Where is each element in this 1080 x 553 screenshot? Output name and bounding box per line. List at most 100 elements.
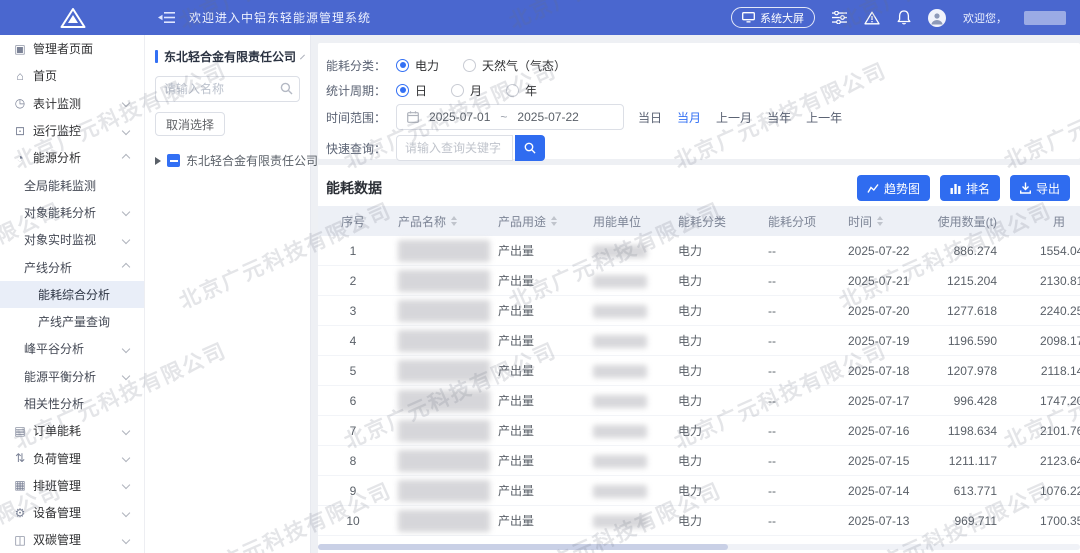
sidebar-item-dual-carbon-management[interactable]: ◫ 双碳管理	[0, 526, 144, 553]
sidebar-item-operation-monitoring[interactable]: ⊡ 运行监控	[0, 117, 144, 144]
table-row[interactable]: 4 产出量 电力 -- 2025-07-19 1196.590 2098.176	[318, 326, 1080, 356]
quick-link-today[interactable]: 当日	[638, 109, 662, 126]
sidebar-item-meter-monitoring[interactable]: ◷ 表计监测	[0, 90, 144, 117]
table-row[interactable]: 9 产出量 电力 -- 2025-07-14 613.771 1076.224	[318, 476, 1080, 506]
chevron-up-icon	[121, 153, 131, 163]
alert-triangle-icon[interactable]	[864, 11, 880, 25]
sidebar-item-label: 能耗综合分析	[38, 287, 111, 302]
cell-index: 4	[349, 333, 357, 348]
chevron-down-icon	[121, 235, 131, 244]
quick-link-last-month[interactable]: 上一月	[716, 109, 752, 126]
company-selector[interactable]: 东北轻合金有限责任公司	[155, 48, 305, 65]
table-scroll-area: 序号 产品名称 产品用途 用能单位 能耗分类 能耗分项 时间 使用数量(t) 用…	[318, 206, 1080, 536]
cell-quantity: 886.274	[953, 243, 997, 258]
tree-checkbox[interactable]	[167, 154, 180, 167]
table-row[interactable]: 8 产出量 电力 -- 2025-07-15 1211.117 2123.648	[318, 446, 1080, 476]
sidebar-item-load-management[interactable]: ⇅ 负荷管理	[0, 444, 144, 471]
quick-link-last-year[interactable]: 上一年	[806, 109, 842, 126]
table-row[interactable]: 3 产出量 电力 -- 2025-07-20 1277.618 2240.256	[318, 296, 1080, 326]
sidebar-item-energy-analysis[interactable]: ◔ 能源分析	[0, 144, 144, 171]
date-range-picker[interactable]: 2025-07-01 ~ 2025-07-22	[396, 104, 625, 130]
col-header-product-name[interactable]: 产品名称	[388, 213, 488, 230]
trend-chart-button[interactable]: 趋势图	[856, 175, 930, 201]
sidebar-item-production-line-analysis[interactable]: 产线分析	[0, 253, 144, 280]
date-start[interactable]: 2025-07-01	[429, 110, 490, 124]
ranking-button[interactable]: 排名	[939, 175, 1000, 201]
quick-link-current-year[interactable]: 当年	[767, 109, 791, 126]
cell-extra: 2123.648	[1039, 453, 1080, 468]
bell-icon[interactable]	[897, 10, 911, 25]
cell-extra: 1076.224	[1039, 483, 1080, 498]
sidebar-item-object-realtime-monitoring[interactable]: 对象实时监视	[0, 226, 144, 253]
date-end[interactable]: 2025-07-22	[517, 110, 578, 124]
export-button[interactable]: 导出	[1009, 175, 1070, 201]
search-icon	[280, 82, 293, 95]
quick-link-current-month[interactable]: 当月	[677, 109, 701, 126]
cell-extra: 1747.200	[1039, 393, 1080, 408]
cell-energy-type: 电力	[678, 274, 703, 288]
radio-icon	[506, 83, 520, 97]
table-row[interactable]: 2 产出量 电力 -- 2025-07-21 1215.204 2130.816	[318, 266, 1080, 296]
radio-natural-gas[interactable]: 天然气（气态）	[463, 57, 566, 74]
sort-icon[interactable]	[451, 216, 458, 226]
table-row[interactable]: 7 产出量 电力 -- 2025-07-16 1198.634 2101.760	[318, 416, 1080, 446]
table-row[interactable]: 1 产出量 电力 -- 2025-07-22 886.274 1554.048	[318, 236, 1080, 266]
period-label: 统计周期：	[326, 83, 387, 98]
cell-index: 2	[349, 273, 357, 288]
cancel-selection-button[interactable]: 取消选择	[155, 112, 226, 136]
tree-expand-caret-icon[interactable]	[155, 156, 161, 165]
cell-energy-unit	[583, 483, 668, 498]
energy-type-label: 能耗分类：	[326, 58, 387, 73]
horizontal-scrollbar-thumb[interactable]	[318, 544, 728, 550]
radio-icon	[396, 58, 410, 72]
cell-energy-subitem: --	[768, 483, 776, 498]
tree-search-input[interactable]	[155, 76, 300, 102]
sidebar-item-home[interactable]: ⌂ 首页	[0, 62, 144, 89]
sort-icon[interactable]	[551, 216, 558, 226]
sidebar-item-shift-management[interactable]: ▦ 排班管理	[0, 472, 144, 499]
blurred-product-name	[398, 449, 490, 472]
table-row[interactable]: 6 产出量 电力 -- 2025-07-17 996.428 1747.200	[318, 386, 1080, 416]
sidebar-item-energy-comprehensive-analysis[interactable]: 能耗综合分析	[0, 280, 144, 308]
cell-product-use: 产出量	[498, 304, 535, 318]
sidebar-item-order-energy[interactable]: ▤ 订单能耗	[0, 417, 144, 444]
quick-search-button[interactable]	[515, 135, 546, 161]
sidebar-item-global-energy-monitoring[interactable]: 全局能耗监测	[0, 171, 144, 198]
quick-search-input[interactable]	[396, 135, 514, 161]
chevron-down-icon	[121, 126, 131, 135]
sidebar-item-energy-balance-analysis[interactable]: 能源平衡分析	[0, 363, 144, 390]
cell-date: 2025-07-17	[848, 393, 910, 408]
sliders-icon[interactable]	[832, 11, 847, 24]
sidebar-item-production-line-output-query[interactable]: 产线产量查询	[0, 308, 144, 335]
cell-energy-type: 电力	[678, 334, 703, 348]
sidebar-item-admin-page[interactable]: ▣ 管理者页面	[0, 35, 144, 62]
sidebar-item-peak-flat-valley-analysis[interactable]: 峰平谷分析	[0, 335, 144, 362]
collapse-menu-icon[interactable]	[158, 11, 175, 24]
table-row[interactable]: 10 产出量 电力 -- 2025-07-13 969.711 1700.352	[318, 506, 1080, 536]
date-separator: ~	[500, 110, 508, 124]
radio-day[interactable]: 日	[396, 82, 427, 99]
cell-date: 2025-07-14	[848, 483, 910, 498]
table-body: 1 产出量 电力 -- 2025-07-22 886.274 1554.048 …	[318, 236, 1080, 536]
cell-date: 2025-07-22	[848, 243, 910, 258]
col-header-date[interactable]: 时间	[838, 213, 933, 230]
radio-electricity[interactable]: 电力	[396, 57, 439, 74]
sidebar-item-device-management[interactable]: ⚙ 设备管理	[0, 499, 144, 526]
sidebar-item-label: 管理者页面	[33, 42, 94, 57]
sidebar-item-correlation-analysis[interactable]: 相关性分析	[0, 390, 144, 417]
sidebar-item-object-energy-analysis[interactable]: 对象能耗分析	[0, 199, 144, 226]
tree-node-company[interactable]: 东北轻合金有限责任公司	[155, 152, 318, 169]
table-row[interactable]: 5 产出量 电力 -- 2025-07-18 1207.978 2118.144	[318, 356, 1080, 386]
cell-product-name	[388, 479, 490, 502]
col-header-product-use[interactable]: 产品用途	[488, 213, 583, 230]
sort-icon[interactable]	[877, 216, 884, 226]
radio-natural-gas-label: 天然气（气态）	[482, 58, 567, 73]
system-big-screen-button[interactable]: 系统大屏	[731, 7, 815, 28]
cell-energy-subitem: --	[768, 423, 776, 438]
radio-month[interactable]: 月	[451, 82, 482, 99]
cell-date: 2025-07-20	[848, 303, 910, 318]
trend-chart-icon	[867, 183, 879, 193]
radio-year[interactable]: 年	[506, 82, 537, 99]
user-avatar[interactable]	[928, 8, 946, 27]
sidebar-item-label: 产线分析	[24, 260, 73, 275]
